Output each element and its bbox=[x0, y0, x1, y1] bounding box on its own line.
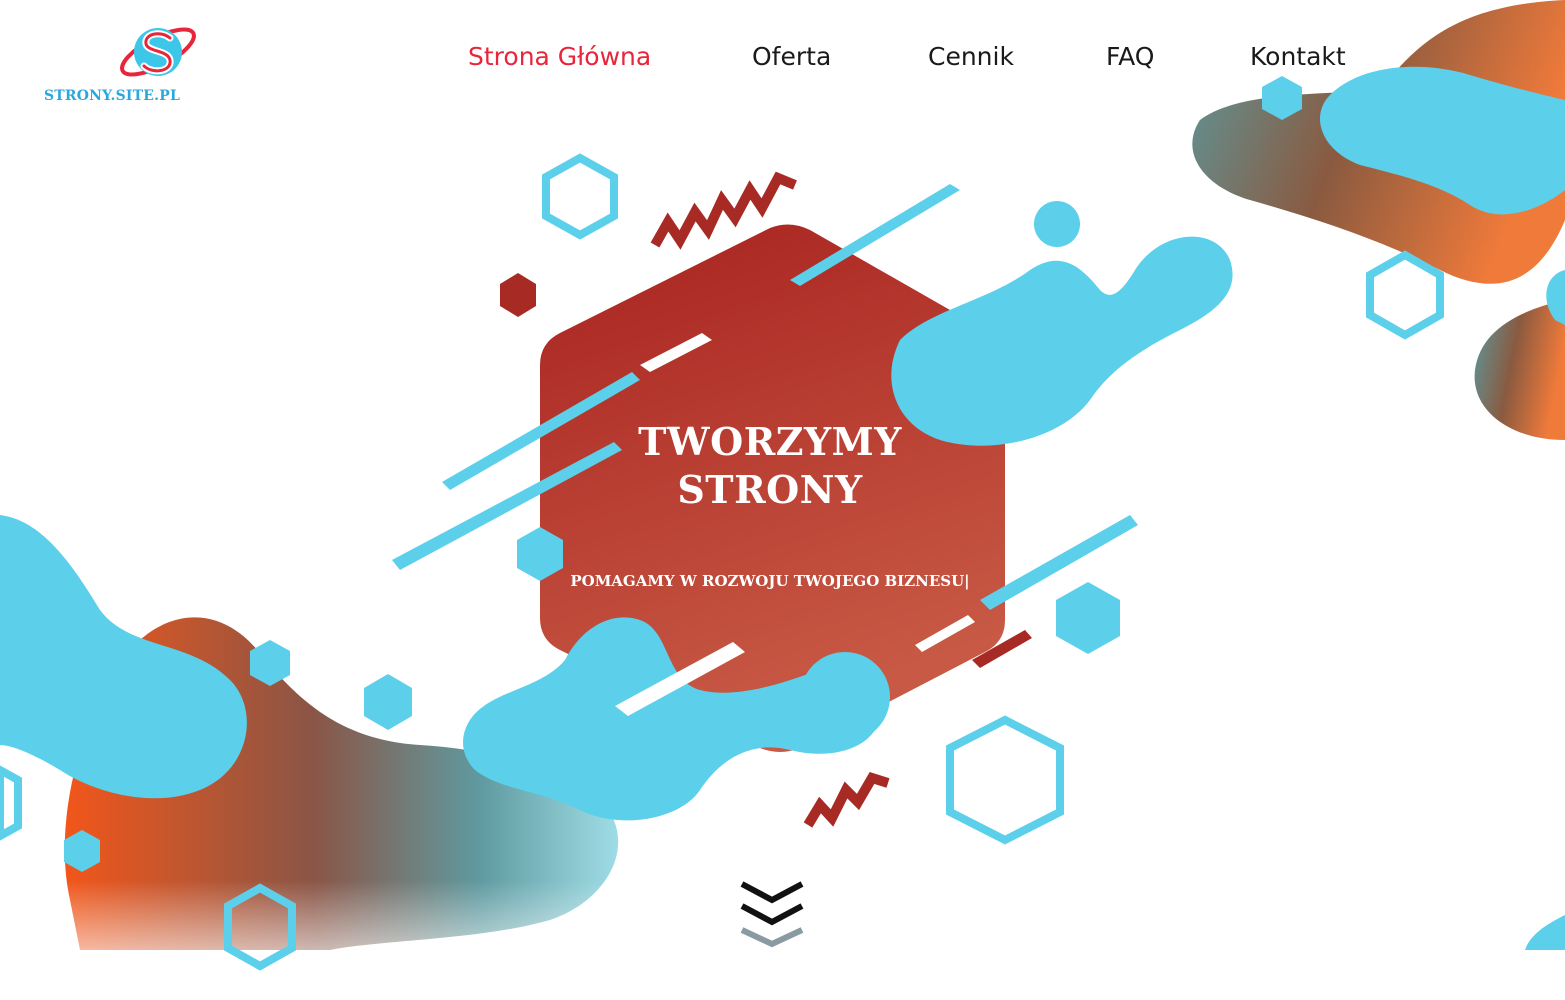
right-gradient-blob bbox=[1474, 300, 1565, 440]
hero-title-line-1: TWORZYMY bbox=[638, 419, 902, 464]
hero-title: TWORZYMY STRONY bbox=[560, 418, 980, 514]
nav-link-home[interactable]: Strona Główna bbox=[468, 42, 651, 71]
nav-link-pricing[interactable]: Cennik bbox=[928, 42, 1014, 71]
nav-link-faq[interactable]: FAQ bbox=[1106, 42, 1154, 71]
logo-text: STRONY.SITE.PL bbox=[44, 88, 181, 104]
red-zigzag bbox=[803, 772, 890, 828]
center-right-blue-blob bbox=[891, 236, 1233, 446]
hero-subtitle: POMAGAMY W ROZWOJU TWOJEGO BIZNESU| bbox=[570, 572, 970, 590]
nav-link-contact[interactable]: Kontakt bbox=[1250, 42, 1346, 71]
main-navigation: Strona Główna Oferta Cennik FAQ Kontakt bbox=[0, 42, 1565, 82]
blue-dot bbox=[800, 652, 890, 742]
double-chevron-down-icon[interactable] bbox=[736, 876, 808, 950]
hero-title-line-2: STRONY bbox=[677, 467, 863, 512]
nav-link-offer[interactable]: Oferta bbox=[752, 42, 831, 71]
blue-dot bbox=[1034, 201, 1080, 247]
